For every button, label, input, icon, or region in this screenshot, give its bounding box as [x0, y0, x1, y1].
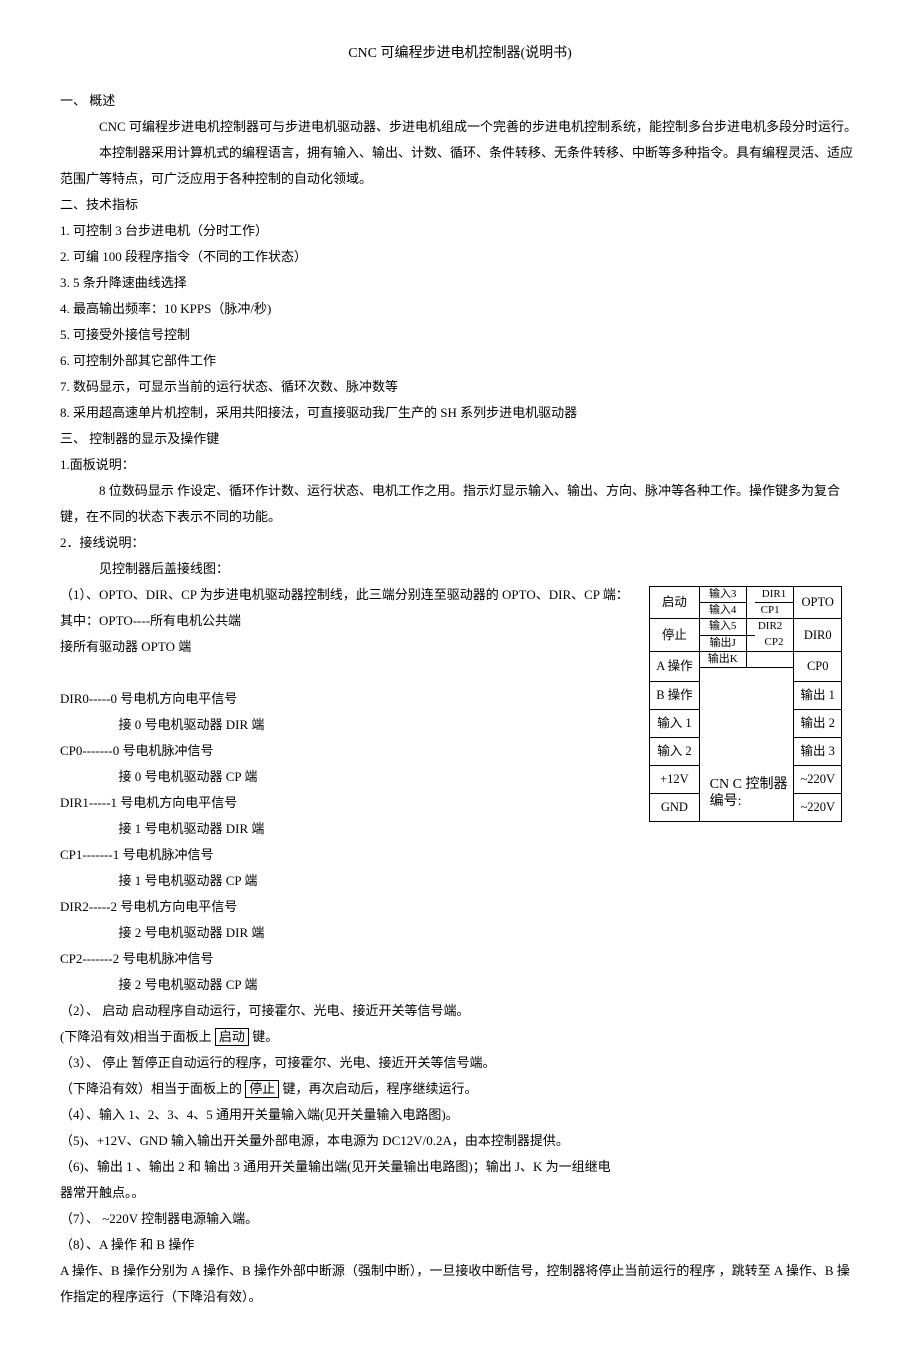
diagram-gap: [746, 651, 794, 667]
pin-220v-a: ~220V: [794, 766, 842, 794]
pin-out2: 输出 2: [794, 710, 842, 738]
dir2-conn: 接 2 号电机驱动器 DIR 端: [60, 920, 860, 946]
note-3a: （3）、 停止 暂停正自动运行的程序，可接霍尔、光电、接近开关等信号端。: [60, 1050, 860, 1076]
diagram-gap: [699, 667, 794, 682]
section-1-heading: 一、 概述: [60, 88, 860, 114]
pin-outJ: 输出J: [699, 635, 746, 651]
note-6b: 器常开触点。。: [60, 1180, 860, 1206]
wiring-desc: 见控制器后盖接线图：: [60, 556, 860, 582]
spec-5: 5. 可接受外接信号控制: [60, 322, 860, 348]
note-8p: A 操作、B 操作分别为 A 操作、B 操作外部中断源（强制中断），一旦接收中断…: [60, 1258, 860, 1310]
note-2a: （2）、 启动 启动程序自动运行，可接霍尔、光电、接近开关等信号端。: [60, 998, 860, 1024]
diagram-gap: [746, 587, 754, 603]
pin-out1: 输出 1: [794, 682, 842, 710]
pin-b-op: B 操作: [650, 682, 699, 710]
pin-in1: 输入 1: [650, 710, 699, 738]
section-2-heading: 二、技术指标: [60, 192, 860, 218]
section-1-para-1: CNC 可编程步进电机控制器可与步进电机驱动器、步进电机组成一个完善的步进电机控…: [60, 114, 860, 140]
spec-8: 8. 采用超高速单片机控制，采用共阳接法，可直接驱动我厂生产的 SH 系列步进电…: [60, 400, 860, 426]
spec-6: 6. 可控制外部其它部件工作: [60, 348, 860, 374]
diagram-gap: [699, 682, 794, 710]
diagram-gap: [699, 738, 794, 766]
pin-outK: 输出K: [699, 651, 746, 667]
wiring-heading: 2．接线说明：: [60, 530, 860, 556]
wiring-diagram: 启动 输入3 DIR1 OPTO 输入4 CP1 停止 输入5 DIR2 DIR…: [649, 586, 842, 822]
cp2-line: CP2-------2 号电机脉冲信号: [60, 946, 860, 972]
note-2b: (下降沿有效)相当于面板上 启动 键。: [60, 1024, 860, 1050]
diagram-cnc-label: CN C 控制器 编号:: [699, 766, 794, 822]
note-3b: （下降沿有效）相当于面板上的 停止 键，再次启动后，程序继续运行。: [60, 1076, 860, 1102]
pin-dir2: DIR2: [746, 619, 794, 635]
note-6a: （6)、输出 1 、输出 2 和 输出 3 通用开关量输出端(见开关量输出电路图…: [60, 1154, 860, 1180]
start-key-box: 启动: [215, 1028, 249, 1046]
spec-7: 7. 数码显示，可显示当前的运行状态、循环次数、脉冲数等: [60, 374, 860, 400]
pin-in4: 输入4: [699, 603, 746, 619]
pin-in5: 输入5: [699, 619, 746, 635]
pin-in2: 输入 2: [650, 738, 699, 766]
pin-gnd: GND: [650, 794, 699, 822]
section-1-para-2: 本控制器采用计算机式的编程语言，拥有输入、输出、计数、循环、条件转移、无条件转移…: [60, 140, 860, 192]
cp1-line: CP1-------1 号电机脉冲信号: [60, 842, 860, 868]
pin-220v-b: ~220V: [794, 794, 842, 822]
pin-a-op: A 操作: [650, 651, 699, 682]
note-4: （4）、输入 1、2、3、4、5 通用开关量输入端(见开关量输入电路图)。: [60, 1102, 860, 1128]
dir2-line: DIR2-----2 号电机方向电平信号: [60, 894, 860, 920]
pin-stop: 停止: [650, 619, 699, 651]
panel-desc: 8 位数码显示 作设定、循环作计数、运行状态、电机工作之用。指示灯显示输入、输出…: [60, 478, 860, 530]
spec-1: 1. 可控制 3 台步进电机（分时工作）: [60, 218, 860, 244]
pin-dir1: DIR1: [755, 587, 794, 603]
spec-2: 2. 可编 100 段程序指令（不同的工作状态）: [60, 244, 860, 270]
cp1-conn: 接 1 号电机驱动器 CP 端: [60, 868, 860, 894]
document-title: CNC 可编程步进电机控制器(说明书): [60, 40, 860, 68]
diagram-gap: [699, 710, 794, 738]
pin-out3: 输出 3: [794, 738, 842, 766]
stop-key-box: 停止: [245, 1080, 279, 1098]
pin-cp2: CP2: [755, 635, 794, 651]
cp2-conn: 接 2 号电机驱动器 CP 端: [60, 972, 860, 998]
spec-4: 4. 最高输出频率：10 KPPS（脉冲/秒): [60, 296, 860, 322]
pin-in3: 输入3: [699, 587, 746, 603]
pin-start: 启动: [650, 587, 699, 619]
note-7: （7）、 ~220V 控制器电源输入端。: [60, 1206, 860, 1232]
spec-3: 3. 5 条升降速曲线选择: [60, 270, 860, 296]
pin-cp1: CP1: [746, 603, 794, 619]
pin-dir0: DIR0: [794, 619, 842, 651]
section-3-heading: 三、 控制器的显示及操作键: [60, 426, 860, 452]
note-8h: （8）、A 操作 和 B 操作: [60, 1232, 860, 1258]
pin-12v: +12V: [650, 766, 699, 794]
pin-cp0: CP0: [794, 651, 842, 682]
panel-heading: 1.面板说明：: [60, 452, 860, 478]
pin-opto: OPTO: [794, 587, 842, 619]
note-5: （5)、+12V、GND 输入输出开关量外部电源，本电源为 DC12V/0.2A…: [60, 1128, 860, 1154]
diagram-gap: [746, 635, 754, 651]
